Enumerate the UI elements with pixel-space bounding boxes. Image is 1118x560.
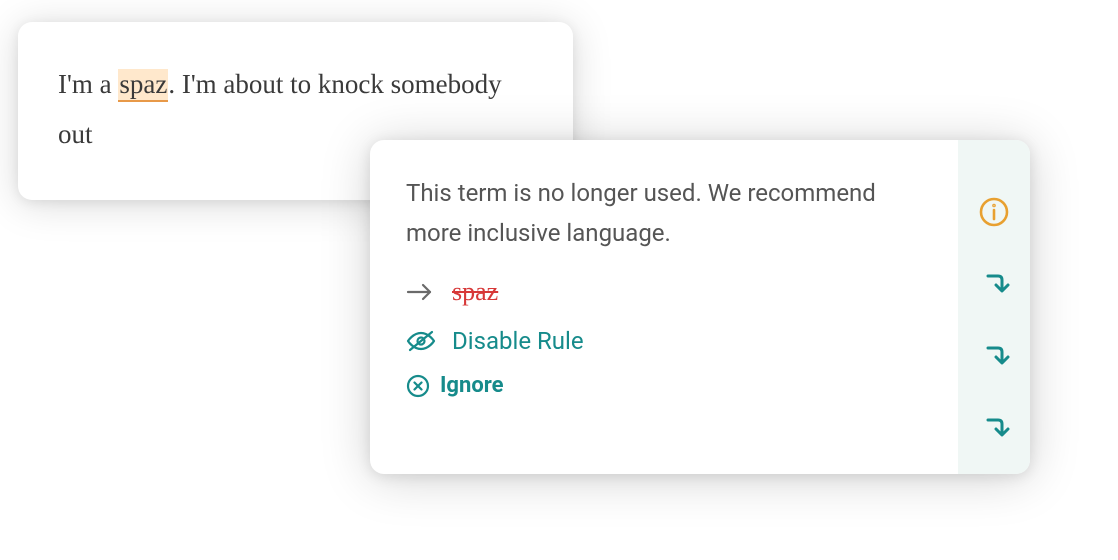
suggestion-main: This term is no longer used. We recommen… <box>370 140 958 474</box>
next-suggestion-icon-2[interactable] <box>978 340 1010 372</box>
disable-rule-label: Disable Rule <box>452 327 584 355</box>
text-before: I'm a <box>58 69 118 99</box>
suggestion-sidebar <box>958 140 1030 474</box>
flagged-term: spaz <box>452 277 498 307</box>
disable-rule-button[interactable]: Disable Rule <box>406 327 922 355</box>
suggestion-description: This term is no longer used. We recommen… <box>406 174 922 253</box>
eye-off-icon <box>406 329 436 353</box>
ignore-label: Ignore <box>440 373 504 398</box>
arrow-right-icon <box>406 282 434 302</box>
highlighted-word[interactable]: spaz <box>118 69 168 102</box>
info-icon[interactable] <box>978 196 1010 228</box>
close-circle-icon <box>406 374 430 398</box>
next-suggestion-icon-3[interactable] <box>978 412 1010 444</box>
ignore-button[interactable]: Ignore <box>406 373 922 398</box>
suggestion-popup: This term is no longer used. We recommen… <box>370 140 1030 474</box>
next-suggestion-icon[interactable] <box>978 268 1010 300</box>
flagged-term-row[interactable]: spaz <box>406 277 922 307</box>
